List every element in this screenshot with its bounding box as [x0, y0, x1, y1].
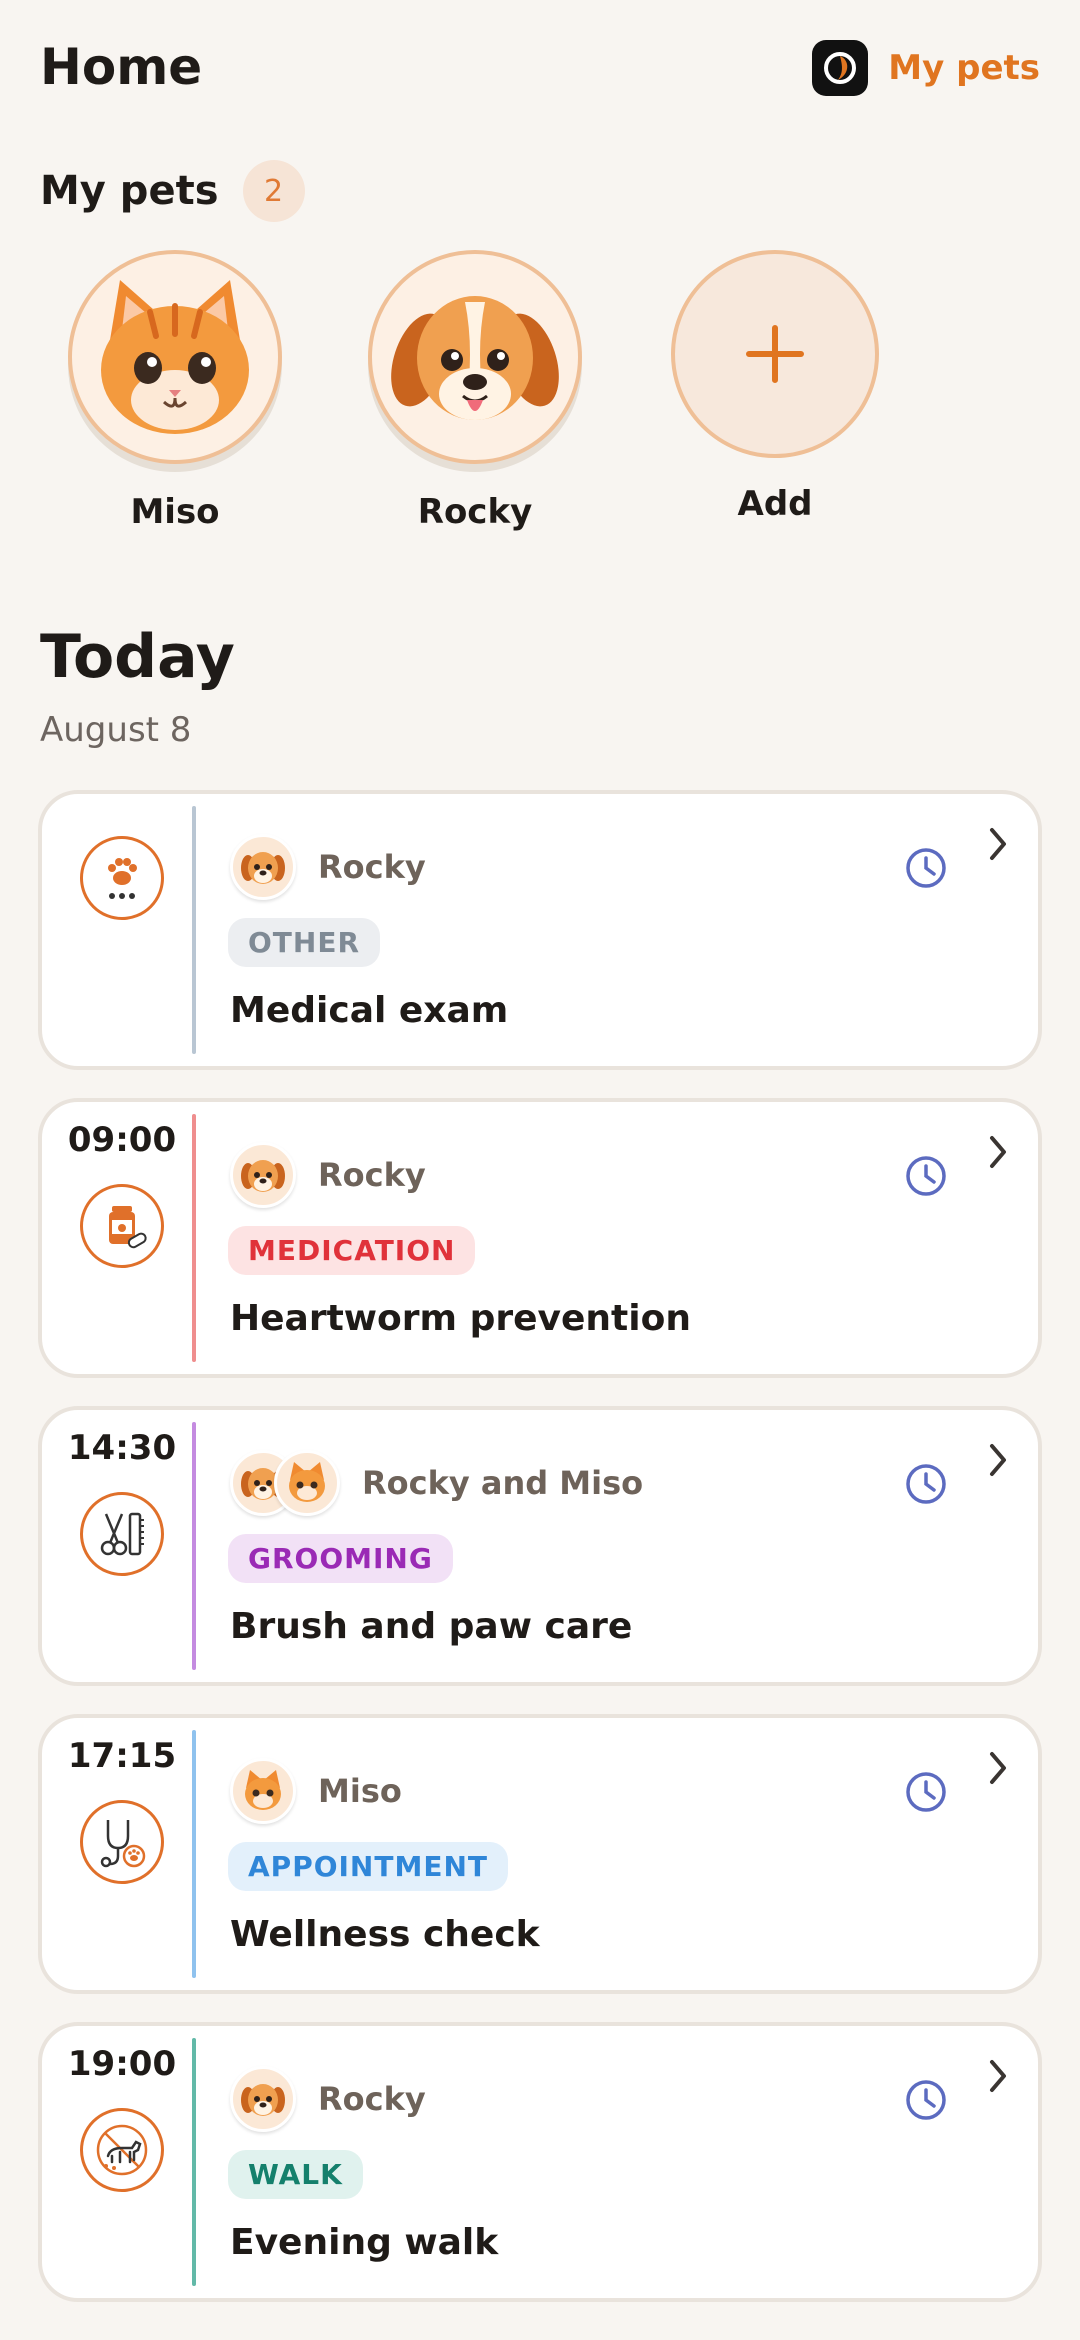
- task-category-badge: OTHER: [228, 918, 381, 967]
- pets-heading-label: My pets: [40, 168, 219, 214]
- clock-icon[interactable]: [904, 2078, 948, 2122]
- task-pet-row: Rocky: [230, 2066, 426, 2132]
- task-accent-bar: [192, 1114, 196, 1362]
- task-pet-row: Miso: [230, 1758, 402, 1824]
- pets-row: Miso Rocky Add: [0, 250, 1080, 540]
- task-accent-bar: [192, 1730, 196, 1978]
- plus-icon: [671, 250, 879, 458]
- chevron-right-icon: [990, 828, 1006, 860]
- pets-count-badge: 2: [242, 160, 305, 222]
- dog-avatar-icon: [230, 2066, 296, 2132]
- my-pets-link-label: My pets: [888, 48, 1040, 88]
- task-pet-name: Rocky: [318, 1156, 426, 1194]
- clock-icon[interactable]: [904, 1462, 948, 1506]
- dog-walk-icon: [80, 2108, 164, 2192]
- grooming-scissors-comb-icon: [80, 1492, 164, 1576]
- clock-icon[interactable]: [904, 1154, 948, 1198]
- app-header: Home My pets: [40, 36, 1040, 108]
- task-card[interactable]: 09:00 Rocky MEDICATION Heartworm prevent…: [38, 1098, 1042, 1378]
- task-title: Brush and paw care: [230, 1606, 633, 1647]
- dog-avatar-icon: [368, 250, 582, 464]
- chevron-right-icon: [990, 2060, 1006, 2092]
- add-pet-label: Add: [737, 484, 813, 524]
- dog-avatar-icon: [230, 834, 296, 900]
- chevron-right-icon: [990, 1444, 1006, 1476]
- clock-icon[interactable]: [904, 1770, 948, 1814]
- pet-miso[interactable]: Miso: [65, 250, 285, 532]
- chevron-right-icon: [990, 1136, 1006, 1168]
- task-category-badge: WALK: [228, 2150, 363, 2199]
- task-accent-bar: [192, 806, 196, 1054]
- dog-avatar-icon: [230, 1142, 296, 1208]
- task-list: Rocky OTHER Medical exam 09:00 Rocky MED…: [38, 790, 1042, 2330]
- task-title: Medical exam: [230, 990, 509, 1031]
- task-time: 19:00: [67, 2044, 177, 2084]
- task-card[interactable]: 14:30 Rocky and Miso GROOMING Brush and …: [38, 1406, 1042, 1686]
- page-title: Home: [40, 38, 203, 96]
- pet-avatar-stack: [230, 1450, 340, 1516]
- task-category-badge: MEDICATION: [228, 1226, 476, 1275]
- task-pet-name: Miso: [318, 1772, 402, 1810]
- task-pet-name: Rocky: [318, 2080, 426, 2118]
- cat-avatar-icon: [230, 1758, 296, 1824]
- task-time: 14:30: [67, 1428, 177, 1468]
- task-card[interactable]: 19:00 Rocky WALK Evening walk: [38, 2022, 1042, 2302]
- pet-name-rocky: Rocky: [417, 492, 533, 532]
- task-card[interactable]: Rocky OTHER Medical exam: [38, 790, 1042, 1070]
- task-pet-row: Rocky: [230, 834, 426, 900]
- pet-name-miso: Miso: [130, 492, 220, 532]
- task-pet-row: Rocky and Miso: [230, 1450, 643, 1516]
- today-date: August 8: [40, 710, 192, 750]
- task-accent-bar: [192, 2038, 196, 2286]
- task-time: 09:00: [67, 1120, 177, 1160]
- cat-avatar-icon: [274, 1450, 340, 1516]
- clock-icon[interactable]: [904, 846, 948, 890]
- task-accent-bar: [192, 1422, 196, 1670]
- my-pets-link[interactable]: My pets: [812, 40, 1040, 96]
- pet-rocky[interactable]: Rocky: [365, 250, 585, 532]
- task-title: Evening walk: [230, 2222, 499, 2263]
- task-pet-name: Rocky: [318, 848, 426, 886]
- task-pet-row: Rocky: [230, 1142, 426, 1208]
- today-title: Today: [40, 622, 235, 692]
- task-title: Wellness check: [230, 1914, 540, 1955]
- task-category-badge: GROOMING: [228, 1534, 453, 1583]
- task-category-badge: APPOINTMENT: [228, 1842, 508, 1891]
- task-pet-name: Rocky and Miso: [362, 1464, 644, 1502]
- chevron-right-icon: [990, 1752, 1006, 1784]
- task-card[interactable]: 17:15 Miso APPOINTMENT Wellness check: [38, 1714, 1042, 1994]
- stethoscope-icon: [80, 1800, 164, 1884]
- paw-more-icon: [80, 836, 164, 920]
- cat-avatar-icon: [68, 250, 282, 464]
- task-title: Heartworm prevention: [230, 1298, 691, 1339]
- add-pet-button[interactable]: Add: [665, 250, 885, 524]
- task-time: 17:15: [67, 1736, 177, 1776]
- medicine-bottle-icon: [80, 1184, 164, 1268]
- app-logo-icon: [812, 40, 869, 96]
- pets-section-heading: My pets 2: [40, 160, 305, 222]
